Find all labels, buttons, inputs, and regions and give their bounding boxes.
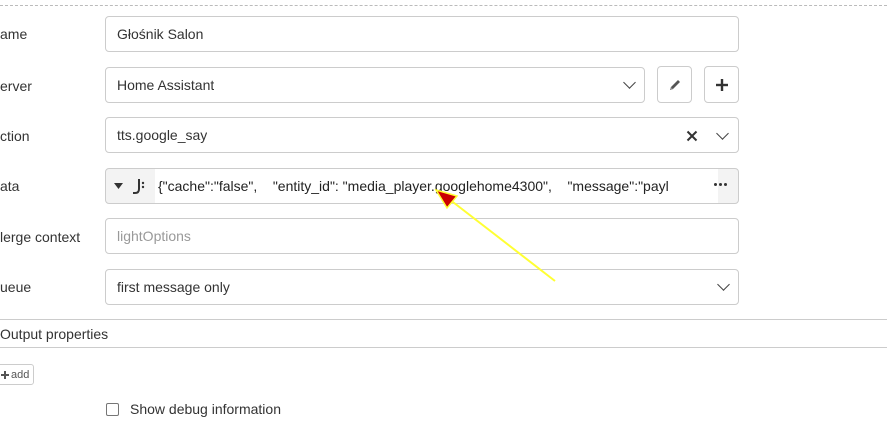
server-value: Home Assistant (117, 77, 215, 93)
chevron-down-icon (717, 278, 730, 291)
server-select[interactable]: Home Assistant (105, 67, 645, 103)
data-value[interactable]: {"cache":"false", "entity_id": "media_pl… (155, 169, 718, 203)
queue-label: ueue (0, 279, 32, 295)
debug-checkbox[interactable] (106, 403, 119, 416)
add-output-label: add (11, 368, 30, 381)
ellipsis-icon[interactable] (714, 183, 730, 188)
output-properties-title: Output properties (0, 326, 109, 342)
data-input[interactable]: {"cache":"false", "entity_id": "media_pl… (105, 168, 739, 204)
name-label: ame (0, 26, 28, 42)
queue-value: first message only (117, 279, 230, 295)
type-toggle-button[interactable] (106, 169, 151, 203)
data-label: ata (0, 178, 20, 194)
action-value: tts.google_say (117, 127, 208, 143)
merge-context-label: lerge context (0, 229, 81, 245)
add-output-button[interactable]: add (0, 364, 34, 385)
edit-server-button[interactable] (657, 66, 692, 103)
top-divider (0, 5, 887, 6)
debug-checkbox-label: Show debug information (130, 401, 281, 417)
server-label: erver (0, 78, 32, 94)
plus-icon (715, 78, 728, 91)
section-divider-top (0, 319, 887, 320)
chevron-down-icon[interactable] (716, 127, 729, 140)
jsonata-icon (133, 179, 145, 194)
caret-down-icon (114, 183, 123, 189)
add-server-button[interactable] (704, 66, 739, 103)
section-divider-bottom (0, 347, 887, 348)
merge-context-input[interactable]: lightOptions (105, 218, 739, 254)
close-icon[interactable] (686, 130, 698, 142)
action-select[interactable]: tts.google_say (105, 117, 739, 153)
queue-select[interactable]: first message only (105, 269, 739, 305)
merge-context-placeholder: lightOptions (117, 228, 191, 244)
action-label: ction (0, 128, 30, 144)
name-value: Głośnik Salon (117, 26, 204, 42)
name-input[interactable]: Głośnik Salon (105, 16, 739, 52)
chevron-down-icon (623, 76, 636, 89)
plus-icon (1, 370, 9, 379)
pencil-icon (669, 79, 680, 90)
